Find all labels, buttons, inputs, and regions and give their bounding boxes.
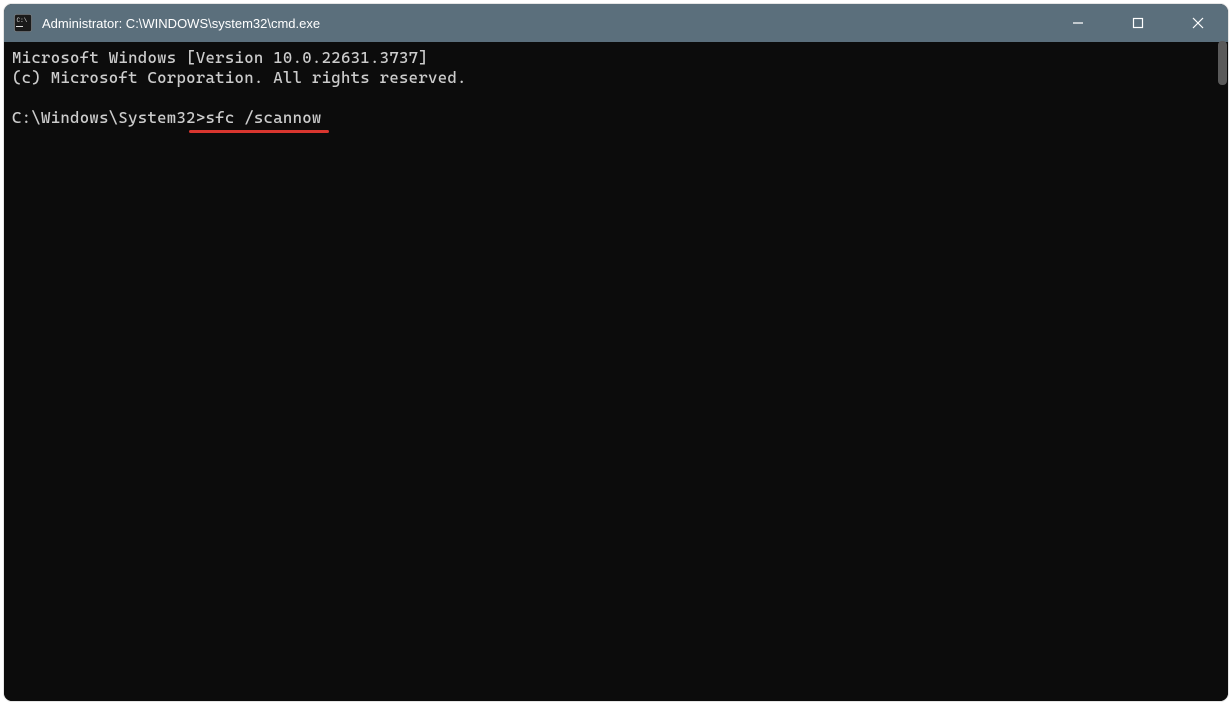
red-underline-annotation: [189, 130, 329, 133]
window-controls: [1048, 4, 1228, 42]
command-text: sfc /scannow: [206, 108, 322, 127]
vertical-scrollbar[interactable]: [1216, 39, 1228, 701]
window-title: Administrator: C:\WINDOWS\system32\cmd.e…: [42, 16, 1048, 31]
prompt-text: C:\Windows\System32>: [12, 108, 206, 127]
cmd-app-icon: C:\: [14, 14, 32, 32]
svg-text:C:\: C:\: [17, 17, 28, 24]
scrollbar-thumb[interactable]: [1218, 41, 1227, 85]
prompt-line: C:\Windows\System32>sfc /scannow: [12, 108, 1220, 128]
cmd-window: C:\ Administrator: C:\WINDOWS\system32\c…: [4, 4, 1228, 701]
copyright-line: (c) Microsoft Corporation. All rights re…: [12, 68, 1220, 88]
blank-line: [12, 88, 1220, 108]
minimize-button[interactable]: [1048, 4, 1108, 42]
terminal-output[interactable]: Microsoft Windows [Version 10.0.22631.37…: [4, 42, 1228, 701]
version-line: Microsoft Windows [Version 10.0.22631.37…: [12, 48, 1220, 68]
titlebar[interactable]: C:\ Administrator: C:\WINDOWS\system32\c…: [4, 4, 1228, 42]
close-button[interactable]: [1168, 4, 1228, 42]
maximize-button[interactable]: [1108, 4, 1168, 42]
